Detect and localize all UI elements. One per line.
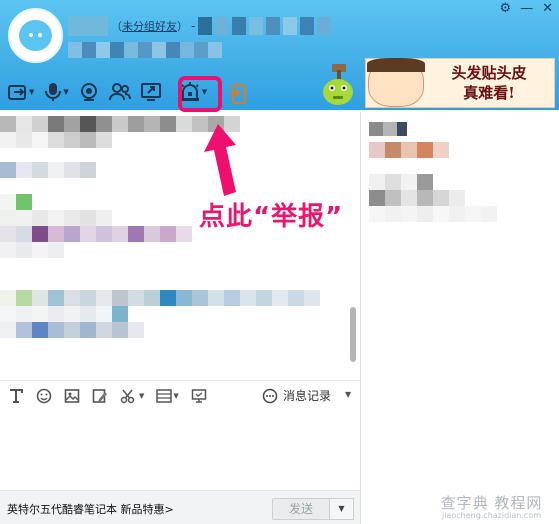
contact-info-panel bbox=[361, 112, 559, 524]
chevron-down-icon: ▼ bbox=[29, 88, 35, 96]
settings-gear-icon[interactable]: ⚙ bbox=[499, 1, 511, 16]
camera-icon bbox=[80, 83, 97, 101]
mascot-hammer-icon[interactable] bbox=[318, 62, 360, 106]
chevron-down-icon[interactable]: ▼ bbox=[345, 390, 351, 399]
contact-status-blurred bbox=[317, 17, 332, 35]
video-call-button[interactable] bbox=[79, 82, 99, 102]
app-launch-icon[interactable] bbox=[230, 84, 250, 104]
bottom-bar: 英特尔五代酷睿笔记本 新品特惠> 发送 ▼ bbox=[0, 490, 360, 524]
ad-text: 头发贴头皮 真难看! bbox=[451, 64, 527, 102]
contact-name-row: （未分组好友） - bbox=[68, 16, 332, 36]
transfer-file-button[interactable]: ▼ bbox=[8, 83, 34, 101]
chevron-down-icon: ▼ bbox=[173, 391, 179, 400]
shake-window-icon[interactable] bbox=[191, 388, 207, 404]
chat-bubble-icon bbox=[262, 388, 278, 403]
chat-window-header: （未分组好友） - ⚙ — ✕ ▼ ▼ ▼ 头发贴头皮 真难看! bbox=[0, 0, 559, 110]
watermark: 查字典 教程网 jiaocheng.chazidian.com bbox=[424, 495, 559, 524]
report-highlight-box bbox=[178, 76, 222, 112]
share-screen-icon bbox=[140, 83, 161, 101]
watermark-main: 查字典 教程网 bbox=[440, 494, 543, 512]
contact-status-blurred bbox=[249, 17, 264, 35]
microphone-icon bbox=[45, 83, 62, 101]
contact-avatar[interactable] bbox=[8, 8, 63, 63]
report-annotation: 点此“举报” bbox=[199, 202, 344, 232]
screenshot-scissors-icon[interactable]: ▼ bbox=[120, 388, 144, 404]
watermark-sub: jiaocheng.chazidian.com bbox=[441, 511, 542, 520]
emoji-icon[interactable] bbox=[36, 388, 52, 404]
font-icon[interactable] bbox=[8, 388, 24, 404]
more-tools-icon[interactable]: ▼ bbox=[156, 388, 179, 403]
contact-status-blurred bbox=[300, 17, 315, 35]
contact-name-blurred bbox=[68, 16, 108, 36]
people-icon bbox=[108, 83, 131, 101]
voice-call-button[interactable]: ▼ bbox=[44, 82, 69, 102]
contact-status-blurred bbox=[198, 17, 213, 35]
send-button[interactable]: 发送 bbox=[272, 498, 330, 520]
send-options-button[interactable]: ▼ bbox=[330, 498, 354, 520]
annotation-arrow-icon bbox=[204, 124, 236, 196]
group-link[interactable]: 未分组好友 bbox=[122, 20, 177, 33]
message-input[interactable] bbox=[0, 410, 360, 490]
scribble-icon[interactable] bbox=[92, 388, 108, 404]
ad-cartoon-face bbox=[367, 58, 425, 107]
group-chat-button[interactable] bbox=[108, 83, 131, 101]
blurred-message bbox=[0, 290, 320, 338]
contact-status-blurred bbox=[232, 17, 247, 35]
chevron-down-icon: ▼ bbox=[139, 391, 145, 400]
close-button[interactable]: ✕ bbox=[542, 1, 553, 16]
contact-status-blurred bbox=[215, 17, 230, 35]
minimize-button[interactable]: — bbox=[520, 1, 533, 16]
message-history bbox=[0, 112, 356, 374]
blurred-message bbox=[0, 162, 96, 178]
chat-scrollbar[interactable] bbox=[350, 307, 356, 362]
contact-signature-blurred bbox=[68, 42, 222, 58]
message-history-button[interactable]: 消息记录 bbox=[262, 387, 331, 404]
remote-desktop-button[interactable] bbox=[140, 83, 161, 101]
blurred-message bbox=[0, 194, 192, 258]
image-icon[interactable] bbox=[64, 388, 80, 404]
ad-banner[interactable]: 头发贴头皮 真难看! bbox=[365, 58, 555, 108]
avatar-face bbox=[19, 20, 52, 51]
transfer-file-icon bbox=[8, 85, 26, 100]
promo-link[interactable]: 英特尔五代酷睿笔记本 新品特惠> bbox=[7, 501, 174, 517]
history-label: 消息记录 bbox=[283, 389, 332, 403]
chevron-down-icon: ▼ bbox=[63, 88, 69, 96]
window-controls: ⚙ — ✕ bbox=[499, 1, 553, 16]
group-label: （未分组好友） bbox=[111, 20, 188, 33]
contact-status-blurred bbox=[266, 17, 281, 35]
name-separator: - bbox=[191, 19, 196, 33]
contact-status-blurred bbox=[283, 17, 298, 35]
